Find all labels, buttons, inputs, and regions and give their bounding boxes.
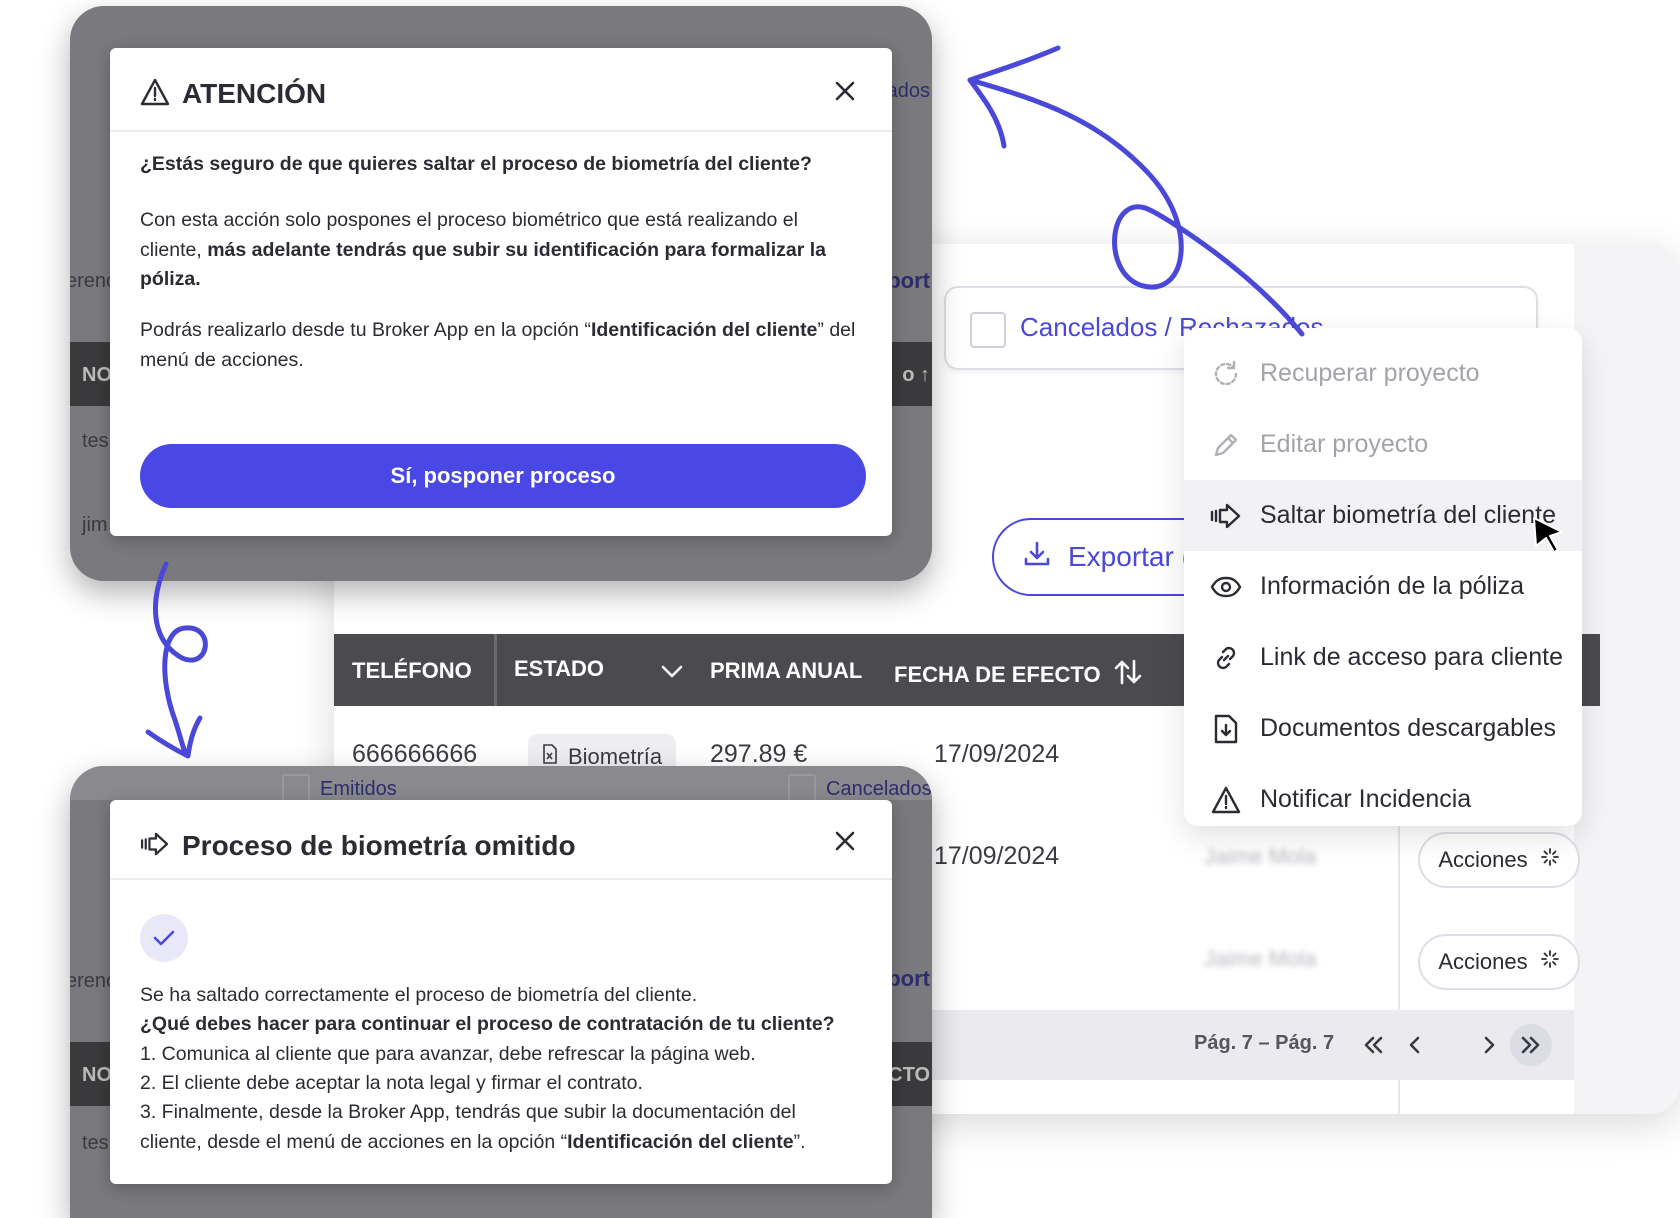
paragraph-emphasis: más adelante tendrás que subir su identi…: [140, 238, 826, 291]
bg-fragment: CTO: [888, 1064, 930, 1086]
menu-item-label: Saltar biometría del cliente: [1260, 501, 1556, 529]
bg-fragment: tes: [82, 430, 109, 452]
menu-item-label: Documentos descargables: [1260, 714, 1556, 742]
pager-text: Pág. 7 – Pág. 7: [1194, 1032, 1335, 1054]
pencil-icon: [1210, 429, 1242, 461]
dialog-paragraph-2: Podrás realizarlo desde tu Broker App en…: [140, 316, 860, 375]
bg-fragment: ados: [886, 80, 930, 102]
sparkle-icon: [1540, 847, 1560, 873]
bg-fragment: NO: [82, 1064, 112, 1086]
arrow-head-bottom: [145, 715, 203, 759]
menu-item-report-incident[interactable]: Notificar Incidencia: [1184, 764, 1582, 835]
menu-item-skip-biometrics[interactable]: Saltar biometría del cliente: [1184, 480, 1582, 551]
skip-arrow-icon: [1210, 500, 1242, 532]
dialog-header: ATENCIÓN: [110, 48, 892, 132]
paragraph-text: ”.: [793, 1130, 806, 1153]
dialog-step-1: 1. Comunica al cliente que para avanzar,…: [140, 1043, 756, 1065]
chevron-down-icon[interactable]: [660, 660, 684, 686]
col-premium[interactable]: PRIMA ANUAL: [710, 658, 862, 684]
col-divider: [494, 634, 497, 706]
link-icon: [1210, 642, 1242, 674]
modal-frame-skipped: Emitidos Cancelados erenc port NO CTO te…: [70, 766, 932, 1218]
row1-date: 17/09/2024: [934, 740, 1060, 768]
row1-premium: 297.89 €: [710, 740, 808, 768]
bg-fragment: NO: [82, 364, 112, 386]
next-page-icon[interactable]: [1468, 1024, 1510, 1066]
row2-agent: Jaime Mola: [1204, 844, 1317, 869]
paragraph-text: Podrás realizarlo desde tu Broker App en…: [140, 319, 591, 341]
postpone-process-button[interactable]: Sí, posponer proceso: [140, 444, 866, 508]
dialog-title: Proceso de biometría omitido: [182, 830, 576, 861]
filter-checkbox[interactable]: [970, 312, 1006, 348]
bg-fragment: port: [887, 966, 930, 991]
dialog-title: ATENCIÓN: [182, 78, 327, 109]
actions-menu: Recuperar proyecto Editar proyecto Salta…: [1184, 328, 1582, 826]
first-page-icon[interactable]: [1352, 1024, 1394, 1066]
close-icon[interactable]: [830, 826, 860, 856]
skip-arrow-icon: [140, 832, 170, 861]
menu-item-policy-info[interactable]: Información de la póliza: [1184, 551, 1582, 622]
menu-item-recover[interactable]: Recuperar proyecto: [1184, 338, 1582, 409]
col-status-label: ESTADO: [514, 656, 605, 681]
actions-label: Acciones: [1438, 847, 1528, 872]
document-download-icon: [1210, 713, 1242, 745]
prev-page-icon[interactable]: [1394, 1024, 1436, 1066]
actions-button[interactable]: Acciones: [1418, 832, 1580, 888]
menu-item-label: Recuperar proyecto: [1260, 359, 1480, 387]
menu-item-edit[interactable]: Editar proyecto: [1184, 409, 1582, 480]
bg-fragment: o ↑: [902, 364, 930, 386]
menu-item-access-link[interactable]: Link de acceso para cliente: [1184, 622, 1582, 693]
menu-item-label: Link de acceso para cliente: [1260, 643, 1563, 671]
sparkle-icon: [1540, 949, 1560, 975]
biometrics-skipped-dialog: Proceso de biometría omitido Se ha salta…: [110, 800, 892, 1184]
dialog-paragraph-1: Con esta acción solo pospones el proceso…: [140, 206, 860, 295]
warning-icon: [140, 78, 170, 111]
actions-label: Acciones: [1438, 949, 1528, 974]
col-effective-date-label: FECHA DE EFECTO: [894, 662, 1101, 687]
row1-phone: 666666666: [352, 740, 478, 768]
col-status[interactable]: ESTADO: [514, 656, 604, 682]
bg-fragment: port: [887, 268, 930, 293]
menu-item-label: Editar proyecto: [1260, 430, 1429, 458]
actions-button[interactable]: Acciones: [1418, 934, 1580, 990]
close-icon[interactable]: [830, 76, 860, 106]
mouse-cursor-icon: [1532, 516, 1566, 561]
dialog-line-2: ¿Qué debes hacer para continuar el proce…: [140, 1013, 835, 1035]
paragraph-emphasis: Identificación del cliente: [590, 319, 818, 341]
bg-checkbox: [282, 774, 310, 802]
menu-item-label: Notificar Incidencia: [1260, 785, 1472, 813]
dialog-line-1: Se ha saltado correctamente el proceso d…: [140, 984, 698, 1006]
arrow-head-top: [967, 45, 1061, 149]
col-effective-date[interactable]: FECHA DE EFECTO: [894, 658, 1143, 692]
refresh-icon: [1210, 358, 1242, 390]
modal-frame-attention: ados erenc port NO o ↑ tes jim ATENCIÓN …: [70, 6, 932, 581]
dialog-header: Proceso de biometría omitido: [110, 800, 892, 880]
bg-checkbox: [788, 774, 816, 802]
dialog-step-2: 2. El cliente debe aceptar la nota legal…: [140, 1072, 643, 1094]
bg-fragment: tes: [82, 1132, 109, 1154]
attention-dialog: ATENCIÓN ¿Estás seguro de que quieres sa…: [110, 48, 892, 536]
last-page-icon[interactable]: [1510, 1024, 1552, 1066]
sort-icon[interactable]: [1113, 658, 1143, 692]
export-label: Exportar (: [1068, 541, 1191, 572]
bg-fragment: jim: [82, 514, 108, 536]
col-phone[interactable]: TELÉFONO: [352, 658, 472, 684]
eye-icon: [1210, 571, 1242, 603]
row2-date: 17/09/2024: [934, 842, 1060, 870]
bg-fragment: Cancelados: [826, 778, 932, 800]
paragraph-emphasis: Identificación del cliente: [567, 1130, 794, 1153]
dialog-question: ¿Estás seguro de que quieres saltar el p…: [140, 153, 812, 175]
dialog-step-3: 3. Finalmente, desde la Broker App, tend…: [140, 1098, 860, 1157]
success-check-icon: [140, 914, 188, 962]
bg-fragment: Emitidos: [320, 778, 397, 800]
warning-icon: [1210, 784, 1242, 816]
row3-agent: Jaime Mola: [1204, 946, 1317, 971]
arrow-to-skipped: [153, 561, 208, 755]
menu-item-documents[interactable]: Documentos descargables: [1184, 693, 1582, 764]
menu-item-label: Información de la póliza: [1260, 572, 1525, 600]
download-icon: [1022, 539, 1052, 576]
